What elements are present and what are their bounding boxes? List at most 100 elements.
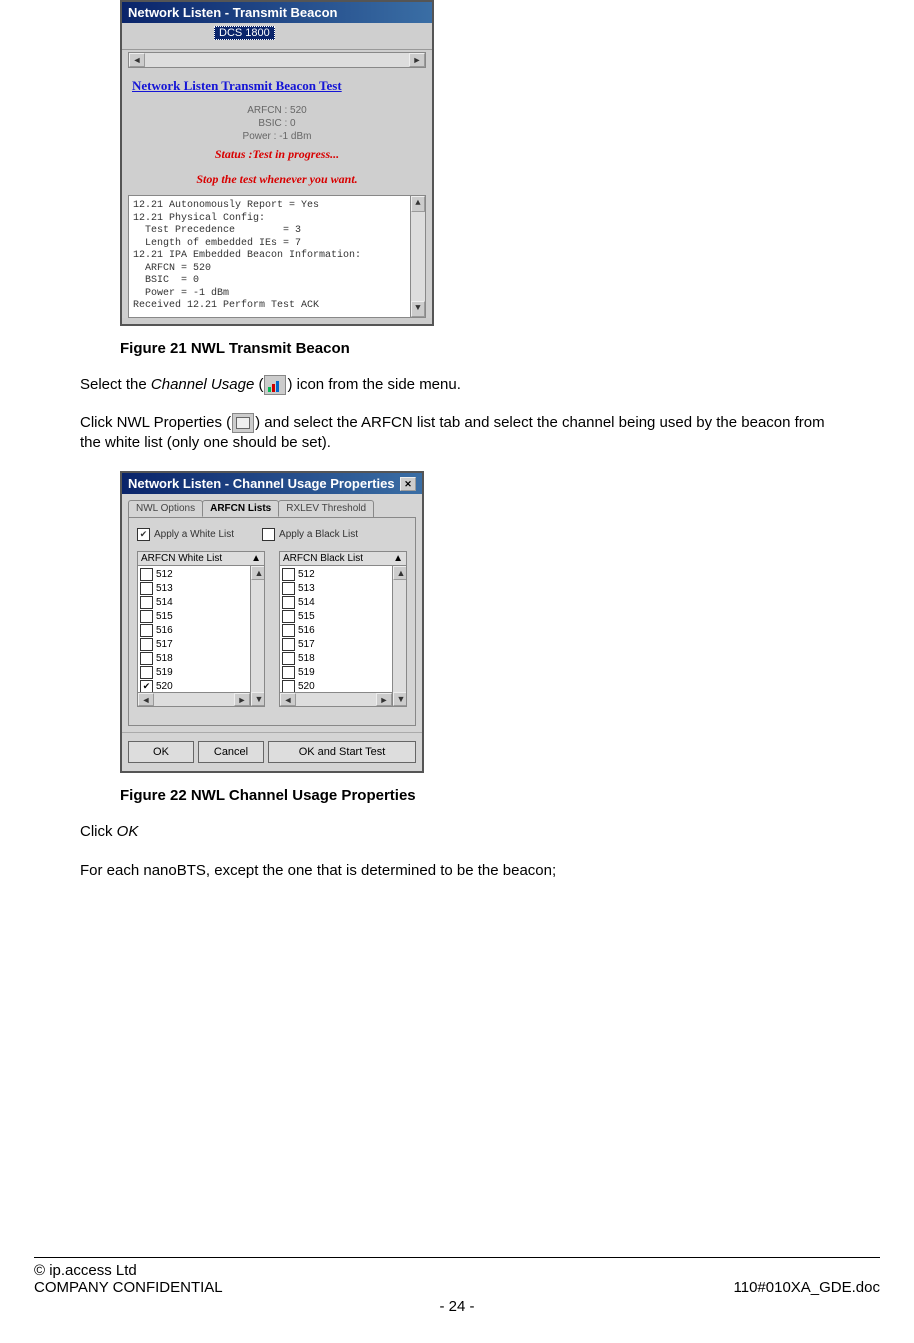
checkbox-icon[interactable]: [140, 666, 153, 679]
list-item-label: 519: [156, 667, 173, 678]
horizontal-scrollbar[interactable]: ◄ ►: [128, 52, 426, 68]
list-item[interactable]: 516: [282, 624, 404, 638]
scroll-right-icon[interactable]: ►: [409, 53, 425, 67]
checkbox-icon[interactable]: [282, 624, 295, 637]
apply-white-list-checkbox[interactable]: ✔Apply a White List: [137, 528, 234, 541]
vertical-scrollbar[interactable]: ▲▼: [410, 196, 425, 317]
checkbox-icon[interactable]: [140, 638, 153, 651]
paragraph-2: Click NWL Properties () and select the A…: [80, 413, 834, 454]
figure-22-screenshot: Network Listen - Channel Usage Propertie…: [120, 471, 424, 773]
list-item[interactable]: 518: [140, 652, 262, 666]
list-item[interactable]: 514: [140, 596, 262, 610]
checkbox-icon[interactable]: [140, 610, 153, 623]
checkbox-icon[interactable]: [282, 582, 295, 595]
scroll-down-icon[interactable]: ▼: [411, 301, 425, 317]
page-footer: © ip.access Ltd COMPANY CONFIDENTIAL 110…: [34, 1257, 880, 1315]
list-item[interactable]: 518: [282, 652, 404, 666]
paragraph-1: Select the Channel Usage () icon from th…: [80, 375, 834, 395]
paragraph-3: Click OK: [80, 822, 834, 842]
list-item-label: 512: [298, 569, 315, 580]
checkbox-icon[interactable]: [282, 610, 295, 623]
list-item[interactable]: 515: [282, 610, 404, 624]
scroll-up-icon[interactable]: ▲: [411, 196, 425, 212]
horizontal-scrollbar[interactable]: ◄►: [138, 692, 250, 706]
list-item-label: 520: [156, 681, 173, 692]
sort-icon[interactable]: ▲: [393, 553, 403, 564]
list-item-label: 513: [156, 583, 173, 594]
checkbox-icon[interactable]: [140, 624, 153, 637]
checkbox-icon[interactable]: [282, 652, 295, 665]
list-item[interactable]: 517: [282, 638, 404, 652]
toolbar-dropdown-selection[interactable]: DCS 1800: [214, 26, 275, 40]
list-item[interactable]: 516: [140, 624, 262, 638]
apply-black-list-checkbox[interactable]: Apply a Black List: [262, 528, 358, 541]
ok-button[interactable]: OK: [128, 741, 194, 763]
list-item[interactable]: 519: [140, 666, 262, 680]
checkbox-icon[interactable]: [140, 596, 153, 609]
tab-strip: NWL Options ARFCN Lists RXLEV Threshold: [122, 494, 422, 517]
properties-icon: [232, 413, 254, 433]
list-item-label: 515: [156, 611, 173, 622]
white-list-header[interactable]: ARFCN White List▲: [137, 551, 265, 566]
tab-panel: ✔Apply a White List Apply a Black List A…: [128, 517, 416, 726]
black-list-header[interactable]: ARFCN Black List▲: [279, 551, 407, 566]
list-item-label: 518: [298, 653, 315, 664]
log-pane: 12.21 Autonomously Report = Yes 12.21 Ph…: [128, 195, 426, 318]
close-icon[interactable]: ✕: [400, 477, 416, 491]
status-line-1: Status :Test in progress...: [122, 145, 432, 170]
list-item-label: 519: [298, 667, 315, 678]
window-title: Network Listen - Transmit Beacon: [122, 2, 432, 23]
figure-22-caption: Figure 22 NWL Channel Usage Properties: [120, 787, 834, 804]
checkbox-icon[interactable]: [282, 596, 295, 609]
checkbox-icon[interactable]: [140, 582, 153, 595]
figure-21-caption: Figure 21 NWL Transmit Beacon: [120, 340, 834, 357]
ok-start-test-button[interactable]: OK and Start Test: [268, 741, 416, 763]
footer-copyright: © ip.access Ltd: [34, 1262, 880, 1279]
list-item[interactable]: 513: [140, 582, 262, 596]
test-parameters: ARFCN : 520 BSIC : 0 Power : -1 dBm: [122, 98, 432, 145]
checkbox-icon[interactable]: [282, 568, 295, 581]
list-item-label: 518: [156, 653, 173, 664]
checkbox-icon[interactable]: [282, 638, 295, 651]
list-item[interactable]: 514: [282, 596, 404, 610]
footer-confidential: COMPANY CONFIDENTIAL: [34, 1279, 223, 1296]
paragraph-4: For each nanoBTS, except the one that is…: [80, 861, 834, 881]
black-list-box[interactable]: 512513514515516517518519520521 ▲▼ ◄►: [279, 566, 407, 707]
checkbox-icon[interactable]: [140, 568, 153, 581]
tab-rxlev-threshold[interactable]: RXLEV Threshold: [278, 500, 374, 517]
horizontal-scrollbar[interactable]: ◄►: [280, 692, 392, 706]
list-item-label: 514: [156, 597, 173, 608]
list-item-label: 512: [156, 569, 173, 580]
list-item[interactable]: 519: [282, 666, 404, 680]
list-item-label: 514: [298, 597, 315, 608]
dialog-buttons: OK Cancel OK and Start Test: [122, 732, 422, 771]
vertical-scrollbar[interactable]: ▲▼: [392, 566, 406, 706]
sort-icon[interactable]: ▲: [251, 553, 261, 564]
checkbox-icon[interactable]: [140, 652, 153, 665]
list-item[interactable]: 517: [140, 638, 262, 652]
tab-arfcn-lists[interactable]: ARFCN Lists: [202, 500, 279, 517]
list-item-label: 516: [298, 625, 315, 636]
figure-21-screenshot: Network Listen - Transmit Beacon DCS 180…: [120, 0, 434, 326]
list-item[interactable]: 512: [140, 568, 262, 582]
scroll-left-icon[interactable]: ◄: [129, 53, 145, 67]
list-item[interactable]: 512: [282, 568, 404, 582]
vertical-scrollbar[interactable]: ▲▼: [250, 566, 264, 706]
tab-nwl-options[interactable]: NWL Options: [128, 500, 203, 517]
list-item[interactable]: 515: [140, 610, 262, 624]
list-item-label: 515: [298, 611, 315, 622]
test-title-link[interactable]: Network Listen Transmit Beacon Test: [122, 72, 432, 98]
list-item-label: 517: [298, 639, 315, 650]
white-list-box[interactable]: 512513514515516517518519✔520521 ▲▼ ◄►: [137, 566, 265, 707]
channel-usage-icon: [264, 375, 286, 395]
footer-page-number: - 24 -: [34, 1298, 880, 1315]
list-item-label: 517: [156, 639, 173, 650]
list-item-label: 520: [298, 681, 315, 692]
footer-docid: 110#010XA_GDE.doc: [734, 1279, 881, 1296]
dialog-title: Network Listen - Channel Usage Propertie…: [122, 473, 422, 494]
list-item[interactable]: 513: [282, 582, 404, 596]
cancel-button[interactable]: Cancel: [198, 741, 264, 763]
list-item-label: 516: [156, 625, 173, 636]
status-line-2: Stop the test whenever you want.: [122, 170, 432, 195]
checkbox-icon[interactable]: [282, 666, 295, 679]
